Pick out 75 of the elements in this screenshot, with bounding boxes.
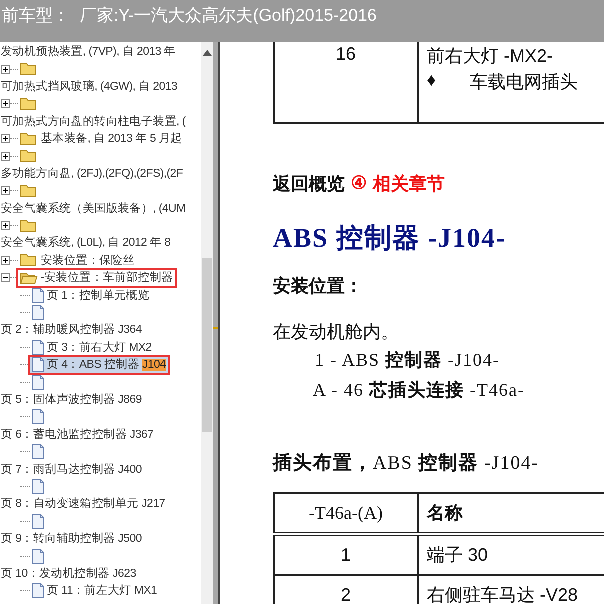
tree-text: 页 8：自动变速箱控制单元 J217 bbox=[1, 496, 166, 512]
page-icon bbox=[32, 548, 44, 564]
pin-heading: 插头布置，ABS 控制器 -J104- bbox=[273, 452, 540, 476]
tree-text: 安全气囊系统, (L0L), 自 2012 年 8 bbox=[1, 235, 171, 250]
folder-icon bbox=[20, 218, 38, 233]
folder-icon bbox=[20, 132, 38, 146]
tree-text: 安全气囊系统（美国版装备）, (4UM bbox=[1, 201, 186, 216]
page-icon bbox=[32, 374, 44, 390]
tree-text: 页 5：固体声波控制器 J869 bbox=[1, 392, 142, 407]
vehicle-title: 厂家:Y-一汽大众高尔夫(Golf)2015-2016 bbox=[80, 5, 377, 27]
expand-icon[interactable] bbox=[1, 221, 10, 230]
collapse-icon[interactable] bbox=[1, 273, 10, 282]
table-cell: 1 bbox=[274, 534, 418, 575]
section-title: ABS 控制器 -J104- bbox=[273, 222, 508, 255]
table-cell: 2 bbox=[274, 575, 418, 604]
back-to-overview-link[interactable]: 返回概览 bbox=[273, 172, 345, 196]
folder-icon bbox=[20, 270, 38, 285]
expand-icon[interactable] bbox=[1, 256, 10, 265]
expand-icon[interactable] bbox=[1, 186, 10, 196]
tree-page[interactable]: 页 3：前右大灯 MX2 bbox=[30, 339, 154, 356]
folder-icon bbox=[20, 184, 38, 198]
vehicle-label: 前车型： bbox=[2, 5, 70, 27]
folder-icon bbox=[20, 149, 38, 164]
tree-text: 页 6：蓄电池监控控制器 J367 bbox=[1, 428, 154, 442]
legend-item: 1 - ABS 控制器 -J104- bbox=[314, 349, 502, 372]
tree-folder[interactable]: 安装位置：保险丝 bbox=[18, 252, 137, 268]
tree-page[interactable] bbox=[30, 304, 46, 321]
page-icon bbox=[32, 444, 44, 460]
splitter-marker bbox=[213, 327, 218, 329]
column-header: -T46a-(A) bbox=[274, 493, 418, 534]
circled-number-icon: ④ bbox=[351, 172, 367, 196]
page-icon bbox=[32, 583, 44, 598]
folder-icon bbox=[20, 96, 38, 111]
page-icon bbox=[32, 357, 44, 372]
column-header: 名称 bbox=[418, 493, 604, 534]
search-match: J104 bbox=[142, 359, 166, 372]
tree-text: 页 10：发动机控制器 J623 bbox=[1, 566, 136, 581]
table-cell: 16 bbox=[274, 42, 418, 123]
tree-page[interactable]: 页 11：前左大灯 MX1 bbox=[30, 582, 160, 599]
tree-page[interactable] bbox=[30, 478, 46, 494]
folder-icon bbox=[20, 62, 38, 76]
tree-text: 可加热式方向盘的转向柱电子装置, ( bbox=[1, 114, 186, 129]
tree-page[interactable]: 页 1：控制单元概览 bbox=[30, 287, 152, 304]
page-icon bbox=[32, 478, 44, 494]
tree-page[interactable] bbox=[30, 408, 46, 425]
page-icon bbox=[32, 288, 44, 303]
tree-folder[interactable]: 基本装备, 自 2013 年 5 月起 bbox=[18, 130, 184, 147]
expand-icon[interactable] bbox=[1, 134, 10, 144]
tree-page[interactable] bbox=[30, 374, 46, 390]
tree-text: 可加热式挡风玻璃, (4GW), 自 2013 bbox=[1, 79, 178, 94]
related-chapters-link[interactable]: 相关章节 bbox=[373, 172, 445, 196]
page-icon bbox=[32, 305, 44, 320]
bullet-icon: ♦ bbox=[427, 70, 436, 94]
scrollbar-thumb[interactable] bbox=[202, 258, 212, 432]
expand-icon[interactable] bbox=[1, 99, 10, 108]
page-icon bbox=[32, 514, 44, 529]
tree-text: 多功能方向盘, (2FJ),(2FQ),(2FS),(2F bbox=[1, 166, 184, 181]
tree-page[interactable]: 页 4：ABS 控制器 J104 bbox=[30, 356, 168, 373]
tree-page[interactable] bbox=[30, 444, 46, 460]
install-text: 在发动机舱内。 bbox=[273, 321, 400, 344]
tree-text: 页 9：转向辅助控制器 J500 bbox=[1, 532, 142, 546]
page-icon bbox=[32, 340, 44, 355]
tree-folder[interactable]: -安装位置：车前部控制器 bbox=[18, 270, 176, 286]
tree-text: 页 7：雨刮马达控制器 J400 bbox=[1, 462, 142, 477]
legend-item: A - 46 芯插头连接 -T46a- bbox=[312, 379, 526, 402]
tree-text: 页 2：辅助暖风控制器 J364 bbox=[1, 322, 142, 338]
tree-text: 发动机预热装置, (7VP), 自 2013 年 bbox=[1, 44, 176, 60]
install-heading: 安装位置： bbox=[273, 275, 364, 298]
scroll-up-icon bbox=[202, 50, 212, 56]
expand-icon[interactable] bbox=[1, 64, 10, 74]
page-icon bbox=[32, 409, 44, 424]
tree-page[interactable] bbox=[30, 513, 46, 530]
folder-icon bbox=[20, 253, 38, 268]
expand-icon[interactable] bbox=[1, 152, 10, 161]
tree-page[interactable] bbox=[30, 548, 46, 564]
